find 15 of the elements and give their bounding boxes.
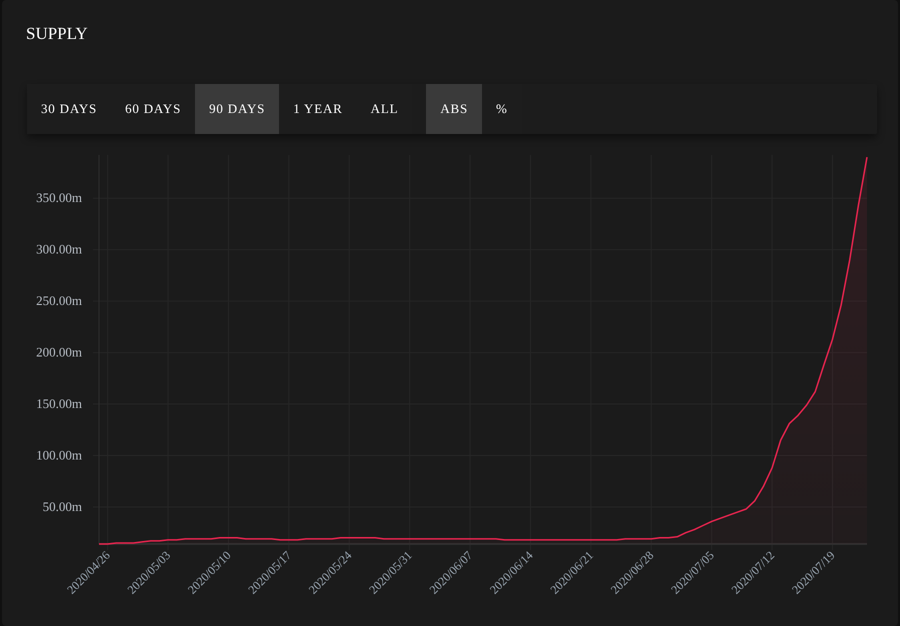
range-button[interactable]: ALL <box>356 84 412 134</box>
mode-button[interactable]: ABS <box>426 84 482 134</box>
range-button[interactable]: 60 DAYS <box>111 84 196 134</box>
y-tick-label: 300.00m <box>36 242 82 257</box>
range-button[interactable]: 30 DAYS <box>27 84 112 134</box>
y-tick-label: 150.00m <box>36 396 82 412</box>
y-tick-label: 100.00m <box>36 448 82 462</box>
y-tick-label: 350.00m <box>36 190 82 206</box>
y-tick-label: 50.00m <box>42 498 82 514</box>
mode-button[interactable]: % <box>482 84 522 134</box>
range-button[interactable]: 1 YEAR <box>279 84 357 134</box>
panel-title: SUPPLY <box>26 24 88 44</box>
range-button[interactable]: 90 DAYS <box>195 84 280 134</box>
y-tick-label: 250.00m <box>36 293 82 308</box>
y-tick-label: 200.00m <box>36 344 82 360</box>
